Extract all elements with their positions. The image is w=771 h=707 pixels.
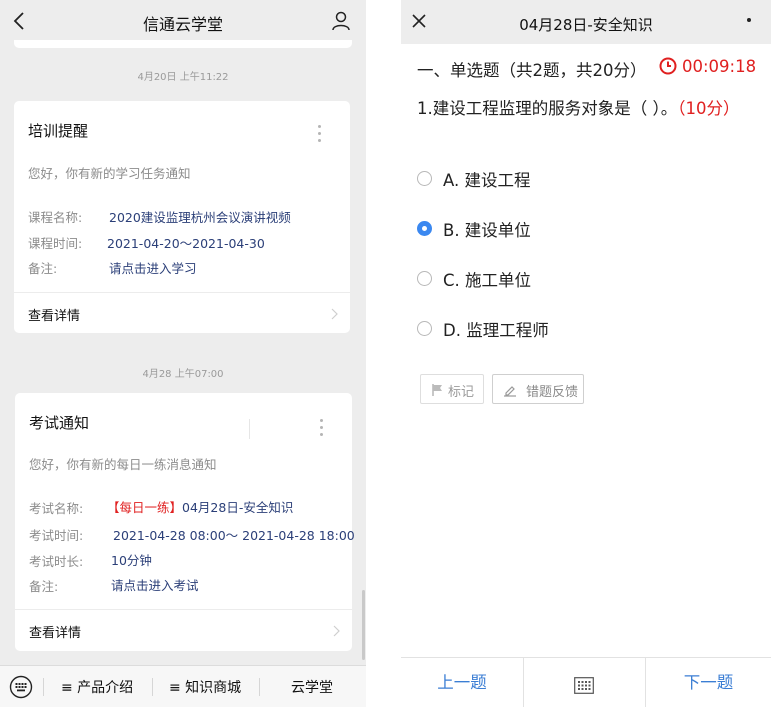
section-title: 一、单选题（共2题，共20分） bbox=[417, 61, 647, 80]
exam-notice-card[interactable]: 考试通知 您好，你有新的每日一练消息通知 考试名称: 【每日一练】04月28日-… bbox=[15, 393, 355, 651]
question-text: 1.建设工程监理的服务对象是（ ）。（10分） bbox=[417, 95, 757, 123]
menu-knowledge-mall[interactable]: ≡ 知识商城 bbox=[169, 677, 241, 697]
exam-time-label: 考试时间: bbox=[29, 528, 84, 543]
radio-button[interactable] bbox=[417, 321, 432, 336]
message-time: 4月28 上午07:00 bbox=[142, 369, 224, 380]
exam-name-label: 考试名称: bbox=[29, 501, 84, 516]
more-menu-icon[interactable] bbox=[747, 18, 751, 22]
exam-title: 04月28日-安全知识 bbox=[519, 16, 653, 34]
option-label: D. 监理工程师 bbox=[443, 321, 549, 340]
mark-label: 标记 bbox=[448, 385, 475, 400]
course-time-label: 课程时间: bbox=[28, 236, 83, 251]
exam-duration-value: 10分钟 bbox=[111, 553, 152, 568]
menu-separator bbox=[43, 678, 44, 696]
course-name-label: 课程名称: bbox=[28, 210, 83, 225]
message-time: 4月20日 上午11:22 bbox=[137, 72, 229, 83]
answer-sheet-icon[interactable] bbox=[574, 677, 594, 694]
scrollbar[interactable] bbox=[362, 590, 365, 660]
daily-practice-tag: 【每日一练】 bbox=[107, 500, 183, 515]
next-question-button[interactable]: 下一题 bbox=[646, 658, 771, 707]
chevron-right-icon bbox=[331, 308, 338, 320]
menu-separator bbox=[259, 678, 260, 696]
card-divider bbox=[14, 292, 350, 293]
view-details-link[interactable]: 查看详情 bbox=[28, 305, 80, 324]
exam-panel: 04月28日-安全知识 一、单选题（共2题，共20分） 00:09:18 1.建… bbox=[401, 0, 771, 707]
note-label: 备注: bbox=[28, 261, 58, 276]
exam-duration-label: 考试时长: bbox=[29, 554, 84, 569]
card-title: 考试通知 bbox=[29, 414, 90, 432]
report-error-label: 错题反馈 bbox=[526, 385, 579, 400]
menu-separator bbox=[152, 678, 153, 696]
note-value: 请点击进入考试 bbox=[111, 578, 199, 593]
edit-icon bbox=[504, 386, 516, 397]
mark-button[interactable]: 标记 bbox=[420, 374, 484, 404]
user-icon[interactable] bbox=[330, 10, 352, 32]
clock-icon bbox=[659, 57, 677, 75]
note-label: 备注: bbox=[29, 579, 59, 594]
chat-panel: 信通云学堂 4月20日 上午11:22 培训提醒 您好，你有新的学习任务通知 课… bbox=[0, 0, 366, 707]
training-reminder-card[interactable]: 培训提醒 您好，你有新的学习任务通知 课程名称: 2020建设监理杭州会议演讲视… bbox=[14, 101, 350, 333]
countdown-timer: 00:09:18 bbox=[682, 57, 757, 76]
official-account-menu: ≡ 产品介绍 ≡ 知识商城 云学堂 bbox=[0, 665, 366, 707]
exam-header: 04月28日-安全知识 bbox=[401, 0, 771, 44]
radio-button[interactable] bbox=[417, 271, 432, 286]
title-separator bbox=[249, 419, 250, 439]
question-stem: 1.建设工程监理的服务对象是（ ）。 bbox=[417, 99, 678, 118]
card-intro: 您好，你有新的学习任务通知 bbox=[28, 166, 191, 181]
previous-question-button[interactable]: 上一题 bbox=[401, 658, 523, 707]
note-value: 请点击进入学习 bbox=[109, 261, 197, 276]
more-options-icon[interactable] bbox=[318, 419, 324, 439]
chat-title: 信通云学堂 bbox=[142, 15, 223, 34]
card-intro: 您好，你有新的每日一练消息通知 bbox=[29, 457, 217, 472]
option-label: A. 建设工程 bbox=[443, 171, 531, 190]
question-score: （10分） bbox=[677, 99, 740, 118]
course-name-value: 2020建设监理杭州会议演讲视频 bbox=[109, 210, 291, 225]
exam-time-value: 2021-04-28 08:00～ 2021-04-28 18:00 bbox=[113, 528, 355, 543]
report-error-button[interactable]: 错题反馈 bbox=[492, 374, 584, 404]
card-divider bbox=[15, 609, 352, 610]
exam-name-value: 【每日一练】04月28日-安全知识 bbox=[107, 497, 293, 516]
menu-product-intro[interactable]: ≡ 产品介绍 bbox=[61, 677, 133, 697]
course-time-value: 2021-04-20～2021-04-30 bbox=[107, 236, 265, 251]
view-details-link[interactable]: 查看详情 bbox=[29, 622, 81, 641]
footer-separator bbox=[523, 658, 524, 707]
chevron-right-icon bbox=[333, 625, 340, 637]
menu-cloud-academy[interactable]: 云学堂 bbox=[291, 677, 333, 697]
radio-button-checked[interactable] bbox=[417, 221, 432, 236]
exam-footer: 上一题 下一题 bbox=[401, 657, 771, 707]
chat-header: 信通云学堂 bbox=[0, 0, 366, 42]
option-label: C. 施工单位 bbox=[443, 271, 532, 290]
previous-card-edge bbox=[14, 40, 352, 48]
more-options-icon[interactable] bbox=[316, 125, 322, 145]
radio-button[interactable] bbox=[417, 171, 432, 186]
card-title: 培训提醒 bbox=[28, 122, 89, 140]
flag-icon bbox=[432, 384, 442, 396]
keyboard-icon[interactable] bbox=[9, 675, 33, 699]
exam-name-text: 04月28日-安全知识 bbox=[182, 500, 294, 515]
option-label: B. 建设单位 bbox=[443, 221, 531, 240]
